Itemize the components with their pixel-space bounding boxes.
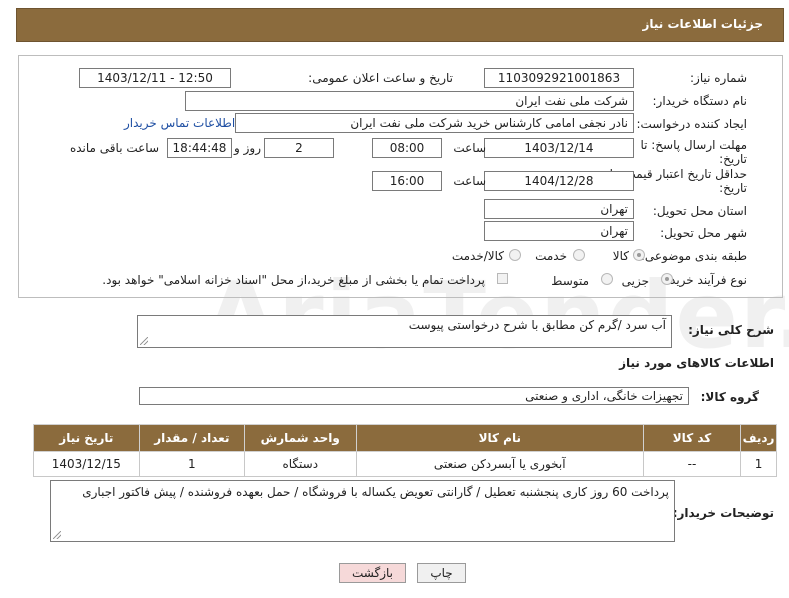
table-header-row: ردیف کد کالا نام کالا واحد شمارش تعداد /… (33, 424, 777, 452)
goods-section-title: اطلاعات کالاهای مورد نیاز (619, 356, 774, 370)
remaining-time-field[interactable]: 18:44:48 (167, 138, 232, 158)
validity-date-field[interactable]: 1404/12/28 (484, 171, 634, 191)
reply-deadline-label: مهلت ارسال پاسخ: تا (640, 138, 747, 152)
need-number-field[interactable]: 1103092921001863 (484, 68, 634, 88)
days-label: روز و (234, 141, 261, 155)
requester-label: ایجاد کننده درخواست: (636, 117, 747, 131)
reply-time-field[interactable]: 08:00 (372, 138, 442, 158)
treasury-payment-note: پرداخت تمام یا بخشی از مبلغ خرید،از محل … (102, 273, 485, 287)
buyer-notes-label: توضیحات خریدار: (672, 506, 774, 520)
col-header-unit: واحد شمارش (243, 424, 357, 452)
process-minor-label: جزیی (621, 274, 649, 288)
delivery-province-field[interactable]: تهران (484, 199, 634, 219)
reply-date-field[interactable]: 1403/12/14 (484, 138, 634, 158)
summary-textarea[interactable]: آب سرد /گرم کن مطابق با شرح درخواستی پیو… (137, 315, 672, 348)
category-goods-service-radio[interactable] (509, 249, 521, 261)
process-medium-radio[interactable] (601, 273, 613, 285)
validity-time-label: ساعت (453, 174, 486, 188)
price-validity-date-label: تاریخ: (719, 181, 747, 195)
delivery-city-label: شهر محل تحویل: (660, 226, 747, 240)
validity-time-field[interactable]: 16:00 (372, 171, 442, 191)
remaining-hours-label: ساعت باقی مانده (69, 141, 159, 155)
buyer-contact-link[interactable]: اطلاعات تماس خریدار (124, 116, 235, 130)
requester-field[interactable]: نادر نجفی امامی کارشناس خرید شرکت ملی نف… (235, 113, 634, 133)
summary-text: آب سرد /گرم کن مطابق با شرح درخواستی پیو… (408, 318, 666, 332)
category-service-label: خدمت (535, 249, 567, 263)
goods-group-label: گروه کالا: (700, 390, 759, 404)
category-label: طبقه بندی موضوعی: (640, 249, 747, 263)
announce-datetime-field[interactable]: 1403/12/11 - 12:50 (79, 68, 231, 88)
cell-need-date: 1403/12/15 (33, 451, 140, 477)
goods-table: ردیف کد کالا نام کالا واحد شمارش تعداد /… (33, 424, 777, 477)
buyer-org-label: نام دستگاه خریدار: (652, 94, 748, 108)
col-header-need-date: تاریخ نیاز (33, 424, 140, 452)
table-row: 1 -- آبخوری یا آبسردکن صنعتی دستگاه 1 14… (33, 451, 777, 477)
process-minor-radio[interactable] (661, 273, 673, 285)
reply-deadline-date-label: تاریخ: (719, 152, 747, 166)
buyer-notes-textarea[interactable]: پرداخت 60 روز کاری پنجشنبه تعطیل / گاران… (50, 480, 675, 542)
category-service-radio[interactable] (573, 249, 585, 261)
buyer-org-field[interactable]: شرکت ملی نفت ایران (185, 91, 634, 111)
page-title: جزئیات اطلاعات نیاز (642, 17, 763, 31)
delivery-province-label: استان محل تحویل: (652, 204, 747, 218)
category-goods-radio[interactable] (633, 249, 645, 261)
col-header-row-number: ردیف (740, 424, 777, 452)
cell-quantity: 1 (138, 451, 245, 477)
page-header: جزئیات اطلاعات نیاز (16, 8, 784, 42)
process-medium-label: متوسط (551, 274, 589, 288)
col-header-quantity: تعداد / مقدار (138, 424, 245, 452)
buyer-notes-text: پرداخت 60 روز کاری پنجشنبه تعطیل / گاران… (82, 485, 669, 499)
category-goods-service-label: کالا/خدمت (451, 249, 504, 263)
process-type-label: نوع فرآیند خرید : (662, 273, 747, 287)
cell-item-name: آبخوری یا آبسردکن صنعتی (355, 451, 644, 477)
need-number-label: شماره نیاز: (690, 71, 747, 85)
summary-label: شرح کلی نیاز: (688, 323, 774, 337)
back-button[interactable]: بازگشت (339, 563, 406, 583)
goods-group-field[interactable]: تجهیزات خانگی، اداری و صنعتی (139, 387, 689, 405)
announce-datetime-label: تاریخ و ساعت اعلان عمومی: (308, 71, 453, 85)
cell-item-code: -- (642, 451, 742, 477)
treasury-payment-checkbox[interactable] (497, 273, 508, 284)
category-goods-label: کالا (612, 249, 629, 263)
resize-handle-icon[interactable] (53, 531, 61, 539)
col-header-item-code: کد کالا (642, 424, 742, 452)
cell-unit: دستگاه (243, 451, 357, 477)
delivery-city-field[interactable]: تهران (484, 221, 634, 241)
days-remaining-field[interactable]: 2 (264, 138, 334, 158)
print-button[interactable]: چاپ (417, 563, 466, 583)
col-header-item-name: نام کالا (355, 424, 644, 452)
reply-time-label: ساعت (453, 141, 486, 155)
cell-row-number: 1 (740, 451, 777, 477)
resize-handle-icon[interactable] (140, 337, 148, 345)
